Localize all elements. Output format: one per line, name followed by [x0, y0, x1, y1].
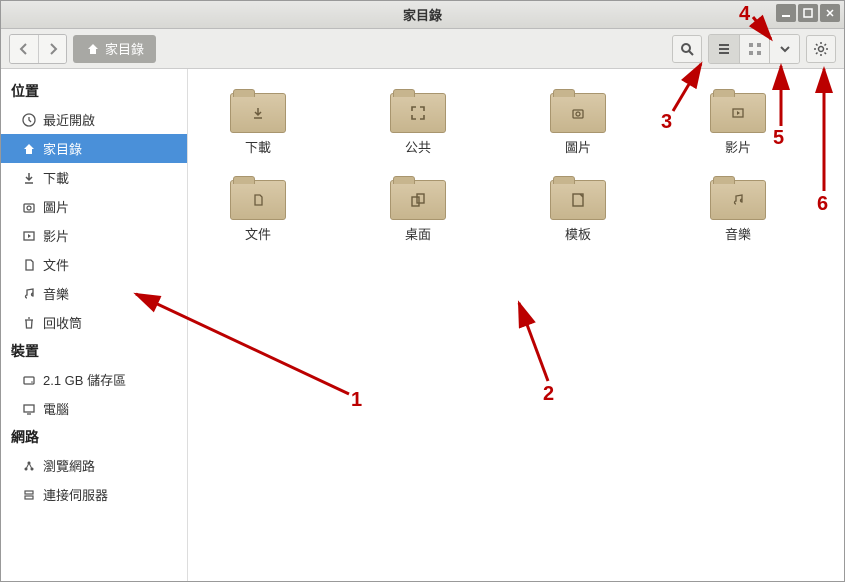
sidebar-item-label: 下載: [43, 168, 69, 187]
sidebar-item-clock[interactable]: 最近開啟: [1, 105, 187, 134]
folder-label: 文件: [245, 224, 271, 243]
sidebar-item-home[interactable]: 家目錄: [1, 134, 187, 163]
sidebar-item-label: 家目錄: [43, 139, 82, 158]
network-icon: [21, 458, 37, 474]
sidebar-item-label: 瀏覽網路: [43, 456, 95, 475]
sidebar-item-camera[interactable]: 圖片: [1, 192, 187, 221]
window-title: 家目錄: [403, 5, 442, 24]
sidebar: 位置最近開啟家目錄下載圖片影片文件音樂回收筒裝置 2.1 GB 儲存區電腦網路瀏覽…: [1, 69, 188, 581]
camera-icon: [21, 199, 37, 215]
download-icon: [21, 170, 37, 186]
settings-button[interactable]: [806, 35, 836, 63]
folder-item[interactable]: 公共: [378, 89, 458, 156]
folder-icon: [550, 89, 606, 133]
sidebar-item-label: 2.1 GB 儲存區: [43, 370, 126, 389]
path-label: 家目錄: [105, 39, 144, 58]
folder-item[interactable]: 影片: [698, 89, 778, 156]
sidebar-item-video[interactable]: 影片: [1, 221, 187, 250]
folder-icon: [710, 176, 766, 220]
sidebar-item-computer[interactable]: 電腦: [1, 394, 187, 423]
toolbar-right: [672, 34, 836, 64]
window-controls: [776, 4, 840, 22]
folder-icon: [710, 89, 766, 133]
folder-label: 模板: [565, 224, 591, 243]
sidebar-item-disk[interactable]: 2.1 GB 儲存區: [1, 365, 187, 394]
content-area: 位置最近開啟家目錄下載圖片影片文件音樂回收筒裝置2.1 GB 儲存區電腦網路瀏覽…: [1, 69, 844, 581]
sidebar-item-label: 電腦: [43, 399, 69, 418]
home-icon: [85, 41, 101, 57]
folder-icon: [230, 176, 286, 220]
sidebar-item-label: 影片: [43, 226, 69, 245]
sidebar-header: 位置: [1, 77, 187, 105]
home-icon: [21, 141, 37, 157]
folder-icon: [550, 176, 606, 220]
sidebar-item-label: 最近開啟: [43, 110, 95, 129]
folder-item[interactable]: 圖片: [538, 89, 618, 156]
folder-label: 下載: [245, 137, 271, 156]
clock-icon: [21, 112, 37, 128]
folder-icon: [390, 176, 446, 220]
folder-item[interactable]: 文件: [218, 176, 298, 243]
view-dropdown-button[interactable]: [769, 35, 799, 63]
maximize-button[interactable]: [798, 4, 818, 22]
nav-buttons: [9, 34, 67, 64]
grid-view-button[interactable]: [739, 35, 769, 63]
folder-item[interactable]: 桌面: [378, 176, 458, 243]
sidebar-header: 網路: [1, 423, 187, 451]
list-view-button[interactable]: [709, 35, 739, 63]
search-button[interactable]: [672, 35, 702, 63]
folder-label: 桌面: [405, 224, 431, 243]
music-icon: [21, 286, 37, 302]
sidebar-item-music[interactable]: 音樂: [1, 279, 187, 308]
server-icon: [21, 487, 37, 503]
folder-grid: 下載 公共 圖片 影片文件 桌面 模板 音樂: [218, 89, 814, 243]
document-icon: [21, 257, 37, 273]
sidebar-item-label: 連接伺服器: [43, 485, 108, 504]
sidebar-item-document[interactable]: 文件: [1, 250, 187, 279]
sidebar-item-label: 音樂: [43, 284, 69, 303]
folder-label: 影片: [725, 137, 751, 156]
folder-icon: [390, 89, 446, 133]
sidebar-item-label: 回收筒: [43, 313, 82, 332]
disk-icon: [21, 372, 37, 388]
folder-item[interactable]: 下載: [218, 89, 298, 156]
folder-label: 圖片: [565, 137, 591, 156]
path-button[interactable]: 家目錄: [73, 35, 156, 63]
video-icon: [21, 228, 37, 244]
sidebar-item-trash[interactable]: 回收筒: [1, 308, 187, 337]
sidebar-item-label: 文件: [43, 255, 69, 274]
folder-label: 音樂: [725, 224, 751, 243]
titlebar: 家目錄: [1, 1, 844, 29]
computer-icon: [21, 401, 37, 417]
folder-item[interactable]: 音樂: [698, 176, 778, 243]
main-pane[interactable]: 下載 公共 圖片 影片文件 桌面 模板 音樂: [188, 69, 844, 581]
back-button[interactable]: [10, 35, 38, 63]
toolbar: 家目錄: [1, 29, 844, 69]
sidebar-header: 裝置: [1, 337, 187, 365]
minimize-button[interactable]: [776, 4, 796, 22]
view-mode-group: [708, 34, 800, 64]
sidebar-item-network[interactable]: 瀏覽網路: [1, 451, 187, 480]
forward-button[interactable]: [38, 35, 66, 63]
close-button[interactable]: [820, 4, 840, 22]
folder-icon: [230, 89, 286, 133]
sidebar-item-download[interactable]: 下載: [1, 163, 187, 192]
sidebar-item-server[interactable]: 連接伺服器: [1, 480, 187, 509]
trash-icon: [21, 315, 37, 331]
folder-item[interactable]: 模板: [538, 176, 618, 243]
sidebar-item-label: 圖片: [43, 197, 69, 216]
folder-label: 公共: [405, 137, 431, 156]
